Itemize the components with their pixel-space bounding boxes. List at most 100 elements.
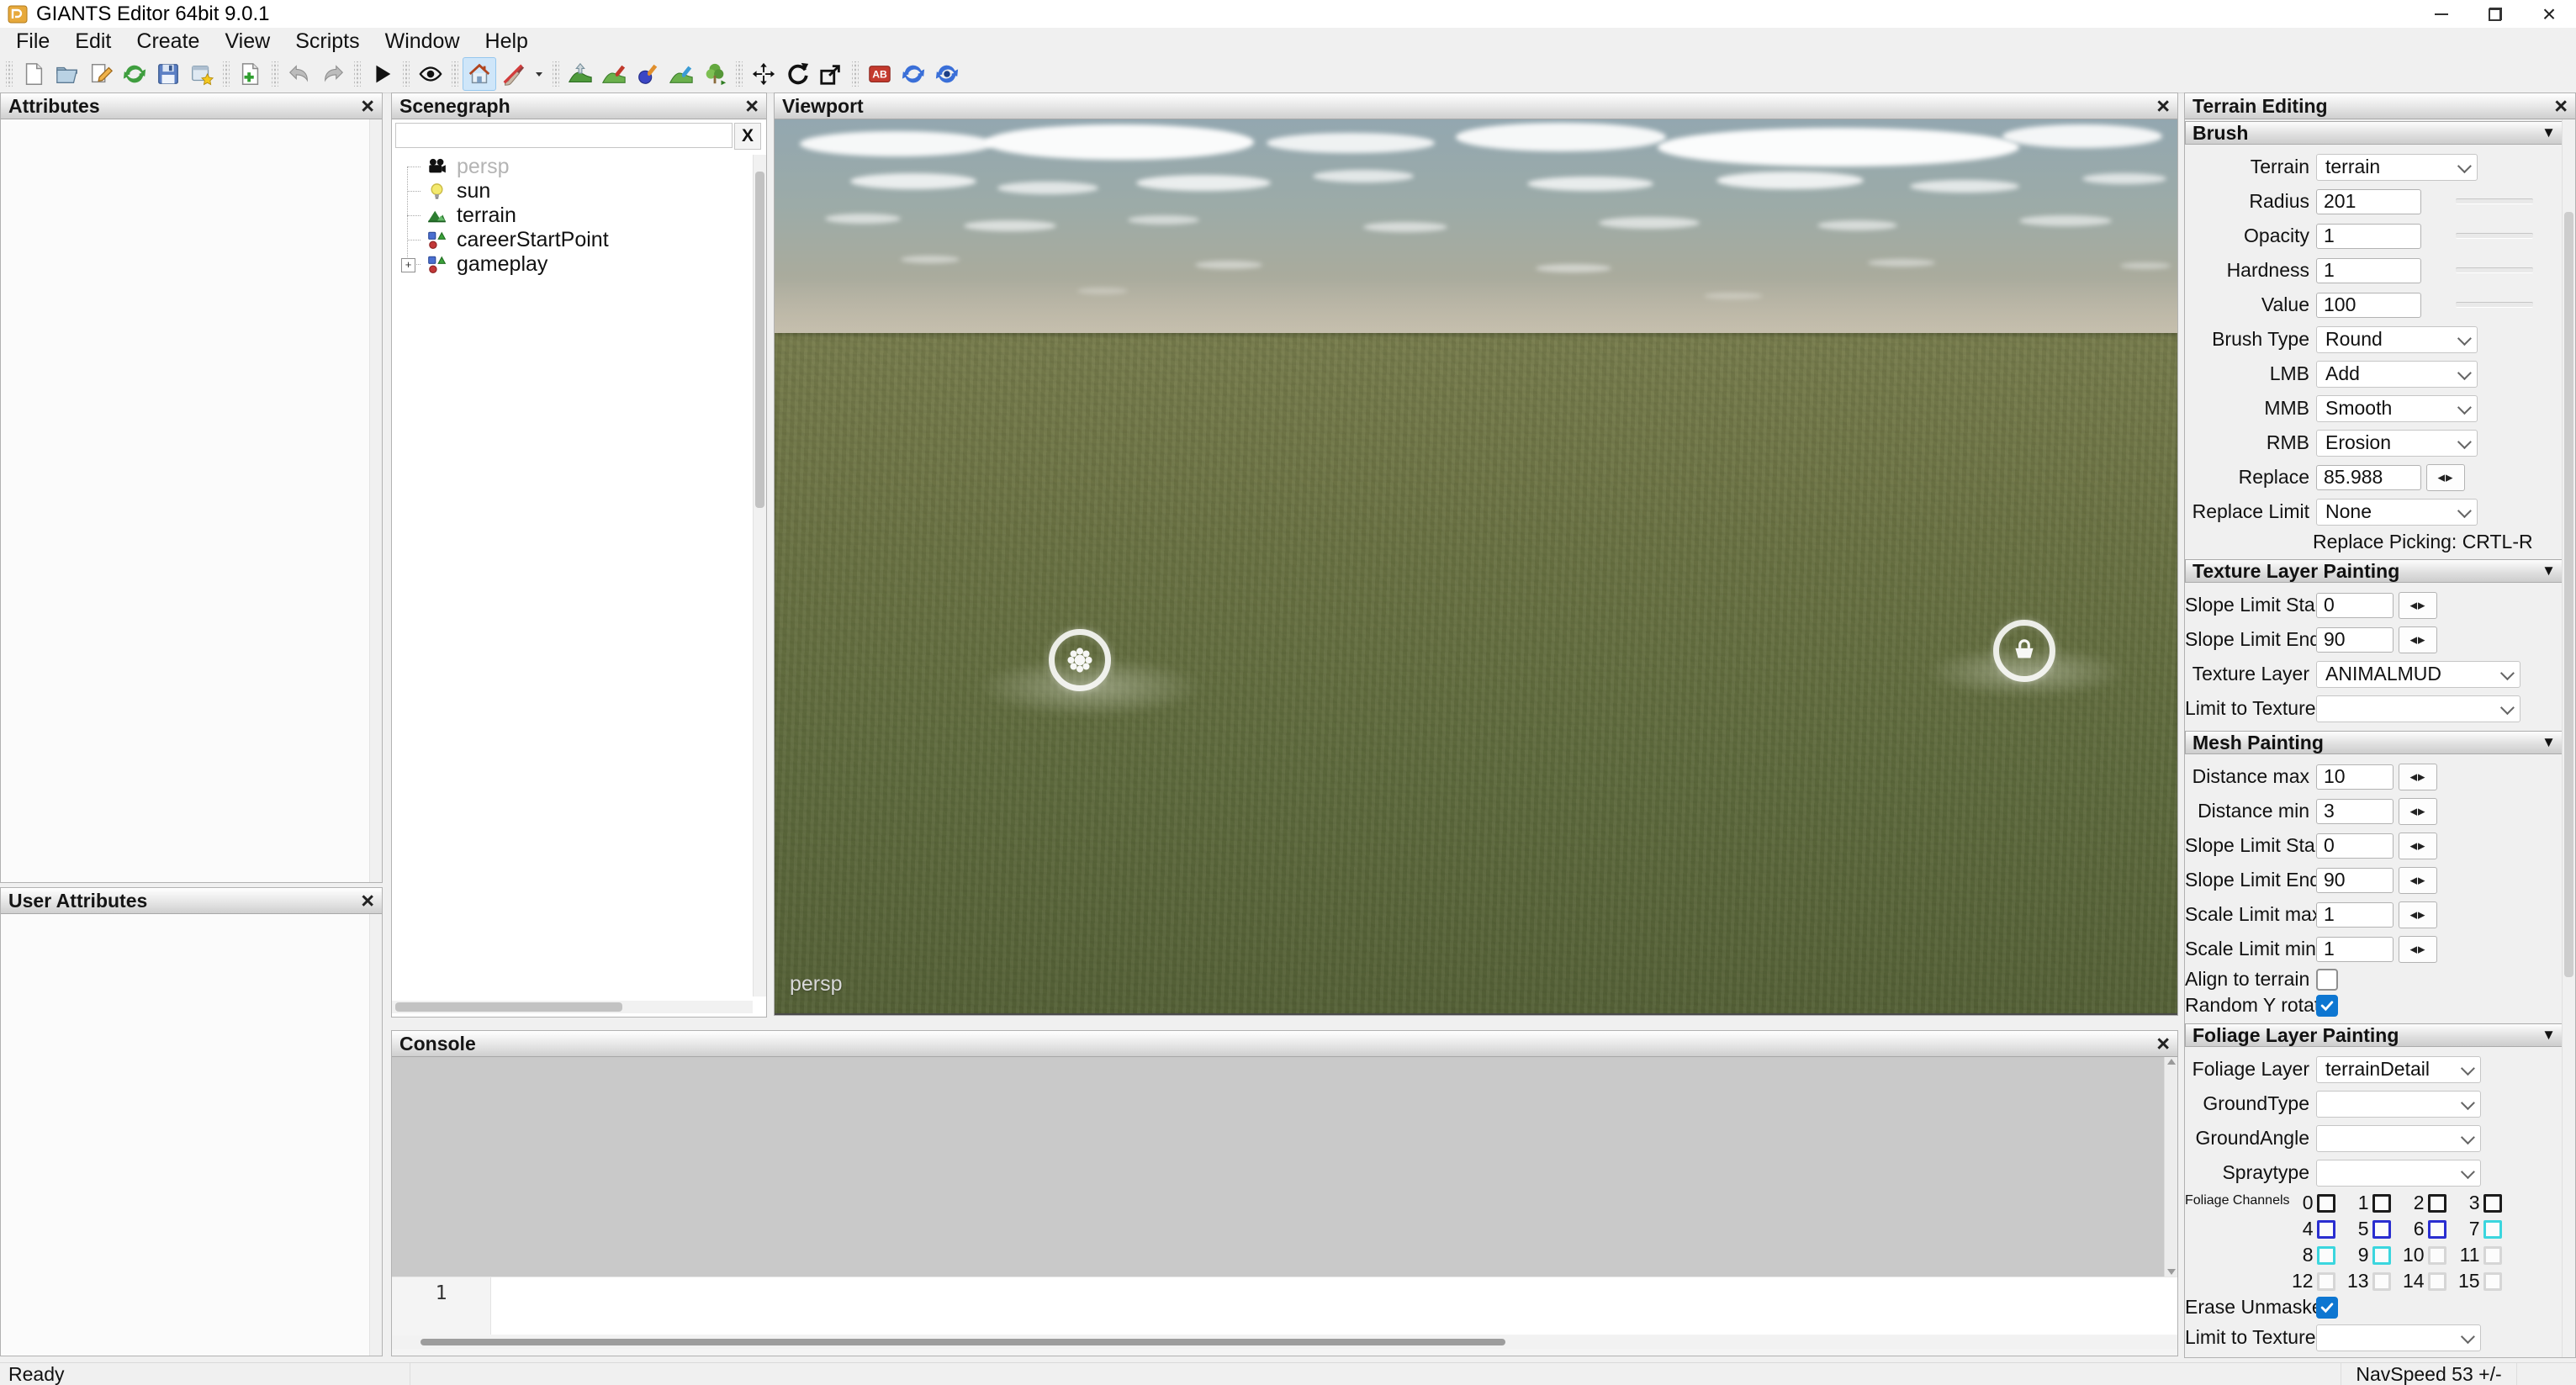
groundtype-select[interactable] [2316, 1091, 2481, 1118]
foliage-channel-2[interactable]: 2 [2401, 1192, 2457, 1214]
channel-checkbox[interactable] [2372, 1246, 2391, 1265]
scenegraph-item-terrain[interactable]: terrain [392, 204, 753, 228]
menu-window[interactable]: Window [373, 28, 473, 56]
slope-limit-start-input[interactable]: 0 [2316, 833, 2394, 859]
texture-layer-select[interactable]: ANIMALMUD [2316, 661, 2520, 688]
scroll-down-icon[interactable] [2167, 1269, 2176, 1275]
slope-limit-end-input[interactable]: 90 [2316, 868, 2394, 893]
scenegraph-horizontal-scrollbar[interactable] [392, 1001, 753, 1013]
menu-help[interactable]: Help [473, 28, 541, 56]
foliage-channel-8[interactable]: 8 [2290, 1244, 2346, 1266]
scale-limit-min-input[interactable]: 1 [2316, 937, 2394, 962]
replace-limit-select[interactable]: None [2316, 499, 2478, 526]
distance-max-stepper[interactable]: ◂▸ [2399, 764, 2437, 790]
reload-button[interactable] [118, 57, 151, 91]
redo-button[interactable] [316, 57, 350, 91]
viewport-3d-canvas[interactable]: persp [775, 119, 2177, 1015]
rotate-tool-button[interactable] [780, 57, 814, 91]
new-file-button[interactable] [17, 57, 50, 91]
scenegraph-vertical-scrollbar[interactable] [753, 155, 766, 996]
channel-checkbox[interactable] [2483, 1246, 2502, 1265]
console-vertical-scrollbar[interactable] [2164, 1057, 2177, 1277]
close-button[interactable]: × [2522, 0, 2576, 28]
distance-min-stepper[interactable]: ◂▸ [2399, 798, 2437, 825]
erase-unmasked-checkbox[interactable] [2316, 1297, 2338, 1319]
lmb-select[interactable]: Add [2316, 361, 2478, 388]
foliage-paint-button[interactable] [631, 57, 664, 91]
menu-create[interactable]: Create [124, 28, 212, 56]
console-log[interactable] [392, 1057, 2177, 1277]
slope-limit-end-input[interactable]: 90 [2316, 627, 2394, 653]
scale-tool-button[interactable] [814, 57, 848, 91]
channel-checkbox[interactable] [2317, 1272, 2335, 1291]
value-input[interactable]: 100 [2316, 293, 2421, 318]
limit-to-texture-select[interactable] [2316, 1324, 2481, 1351]
radius-input[interactable]: 201 [2316, 189, 2421, 214]
attributes-close-icon[interactable]: × [361, 95, 374, 118]
brush-type-select[interactable]: Round [2316, 326, 2478, 353]
menu-file[interactable]: File [3, 28, 62, 56]
spraytype-select[interactable] [2316, 1160, 2481, 1187]
channel-checkbox[interactable] [2372, 1272, 2391, 1291]
scrollbar-thumb[interactable] [421, 1339, 1505, 1345]
align-to-terrain-checkbox[interactable] [2316, 969, 2338, 991]
user-attributes-scrollbar[interactable] [369, 914, 382, 1356]
opacity-input[interactable]: 1 [2316, 224, 2421, 249]
channel-checkbox[interactable] [2428, 1220, 2446, 1239]
menu-view[interactable]: View [212, 28, 283, 56]
hardness-slider[interactable] [2456, 267, 2533, 273]
attributes-scrollbar[interactable] [369, 119, 382, 882]
foliage-channel-6[interactable]: 6 [2401, 1218, 2457, 1240]
scenegraph-close-icon[interactable]: × [745, 95, 759, 118]
foliage-layer-select[interactable]: terrainDetail [2316, 1056, 2481, 1083]
channel-checkbox[interactable] [2317, 1246, 2335, 1265]
channel-checkbox[interactable] [2428, 1246, 2446, 1265]
terrain-editing-scrollbar[interactable] [2562, 119, 2575, 1357]
limit-to-texture-select[interactable] [2316, 695, 2520, 722]
slope-limit-start-stepper[interactable]: ◂▸ [2399, 833, 2437, 859]
foliage-channel-11[interactable]: 11 [2457, 1244, 2512, 1266]
add-object-button[interactable] [234, 57, 267, 91]
slope-limit-start-input[interactable]: 0 [2316, 593, 2394, 618]
menu-edit[interactable]: Edit [62, 28, 124, 56]
channel-checkbox[interactable] [2372, 1194, 2391, 1213]
reload-textures-button[interactable] [897, 57, 930, 91]
scale-limit-min-stepper[interactable]: ◂▸ [2399, 936, 2437, 963]
viewport-close-icon[interactable]: × [2156, 95, 2170, 118]
terrain-sculpt-button[interactable] [563, 57, 597, 91]
foliage-channel-10[interactable]: 10 [2401, 1244, 2457, 1266]
user-attributes-close-icon[interactable]: × [361, 890, 374, 912]
channel-checkbox[interactable] [2372, 1220, 2391, 1239]
value-slider[interactable] [2456, 302, 2533, 308]
channel-checkbox[interactable] [2483, 1272, 2502, 1291]
restore-button[interactable] [2468, 0, 2522, 28]
groundangle-select[interactable] [2316, 1125, 2481, 1152]
opacity-slider[interactable] [2456, 233, 2533, 239]
scale-limit-max-input[interactable]: 1 [2316, 902, 2394, 928]
scenegraph-search-input[interactable] [395, 123, 733, 148]
console-script-input[interactable] [491, 1277, 2177, 1335]
console-horizontal-scrollbar[interactable] [392, 1335, 2177, 1349]
hardness-input[interactable]: 1 [2316, 258, 2421, 283]
reload-scripts-button[interactable] [930, 57, 964, 91]
undo-button[interactable] [283, 57, 316, 91]
foliage-channel-12[interactable]: 12 [2290, 1270, 2346, 1292]
open-file-button[interactable] [50, 57, 84, 91]
export-button[interactable] [185, 57, 219, 91]
home-camera-button[interactable] [463, 57, 496, 91]
scroll-up-icon[interactable] [2167, 1059, 2176, 1065]
channel-checkbox[interactable] [2483, 1220, 2502, 1239]
no-paint-button[interactable] [496, 57, 530, 91]
brush-section-header[interactable]: Brush▼ [2185, 121, 2563, 145]
channel-checkbox[interactable] [2428, 1272, 2446, 1291]
foliage-channel-14[interactable]: 14 [2401, 1270, 2457, 1292]
channel-checkbox[interactable] [2428, 1194, 2446, 1213]
terrain-smooth-button[interactable] [597, 57, 631, 91]
distance-min-input[interactable]: 3 [2316, 799, 2394, 824]
scene-marker-basket[interactable] [1993, 620, 2055, 682]
tree-place-button[interactable] [698, 57, 732, 91]
channel-checkbox[interactable] [2317, 1220, 2335, 1239]
console-close-icon[interactable]: × [2156, 1033, 2170, 1055]
scenegraph-item-sun[interactable]: sun [392, 179, 753, 204]
show-names-button[interactable]: AB [863, 57, 897, 91]
